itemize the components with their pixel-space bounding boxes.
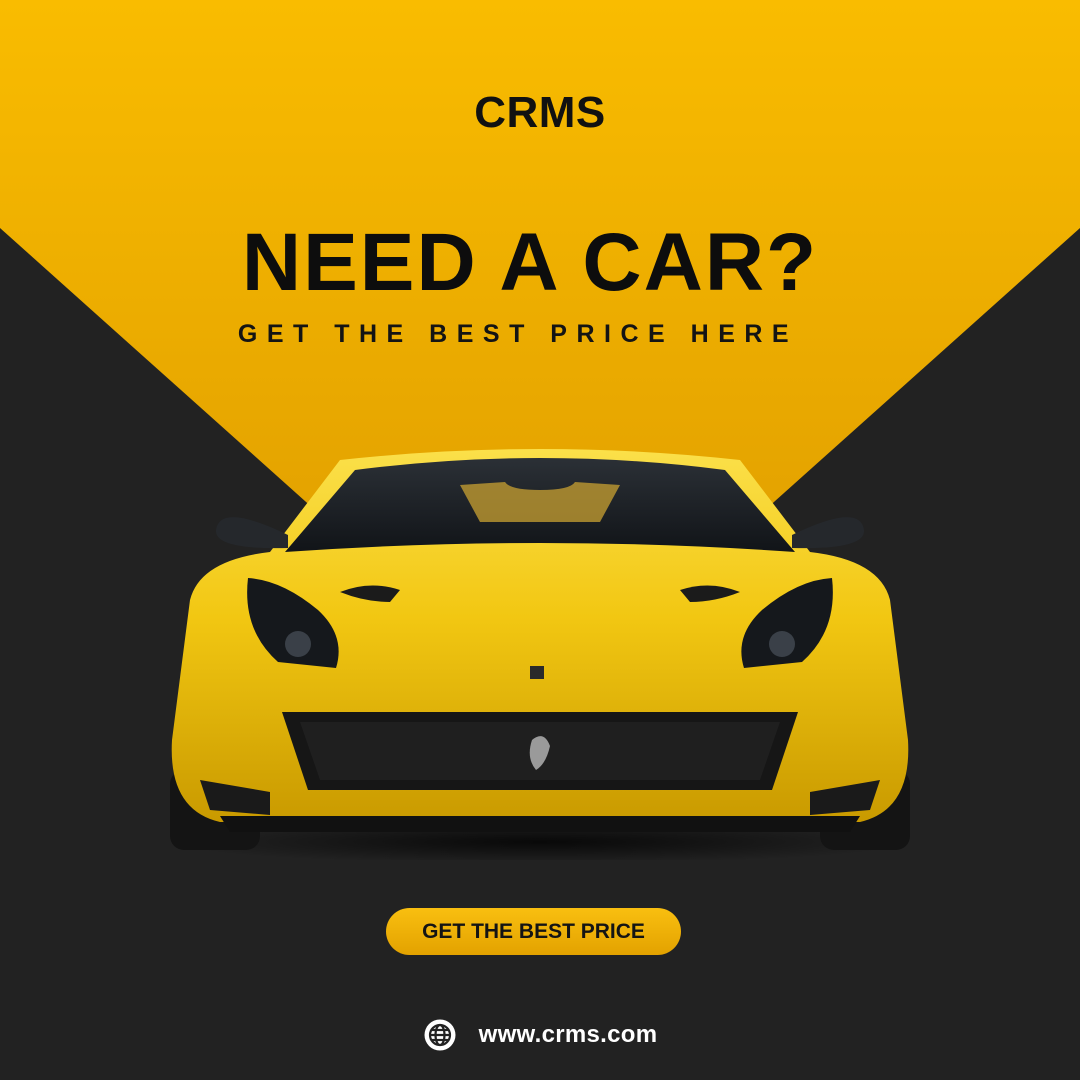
sports-car-image [170, 449, 910, 860]
tagline: GET THE BEST PRICE HERE [237, 320, 799, 348]
headline: NEED A CAR? [241, 217, 819, 308]
get-best-price-button[interactable]: GET THE BEST PRICE [386, 908, 681, 955]
ad-poster: CRMS NEED A CAR? GET THE BEST PRICE HERE [0, 0, 1080, 1080]
footer: www.crms.com [0, 1014, 1080, 1056]
globe-icon [424, 1019, 456, 1051]
website-url[interactable]: www.crms.com [479, 1021, 658, 1049]
brand-name: CRMS [474, 88, 606, 137]
